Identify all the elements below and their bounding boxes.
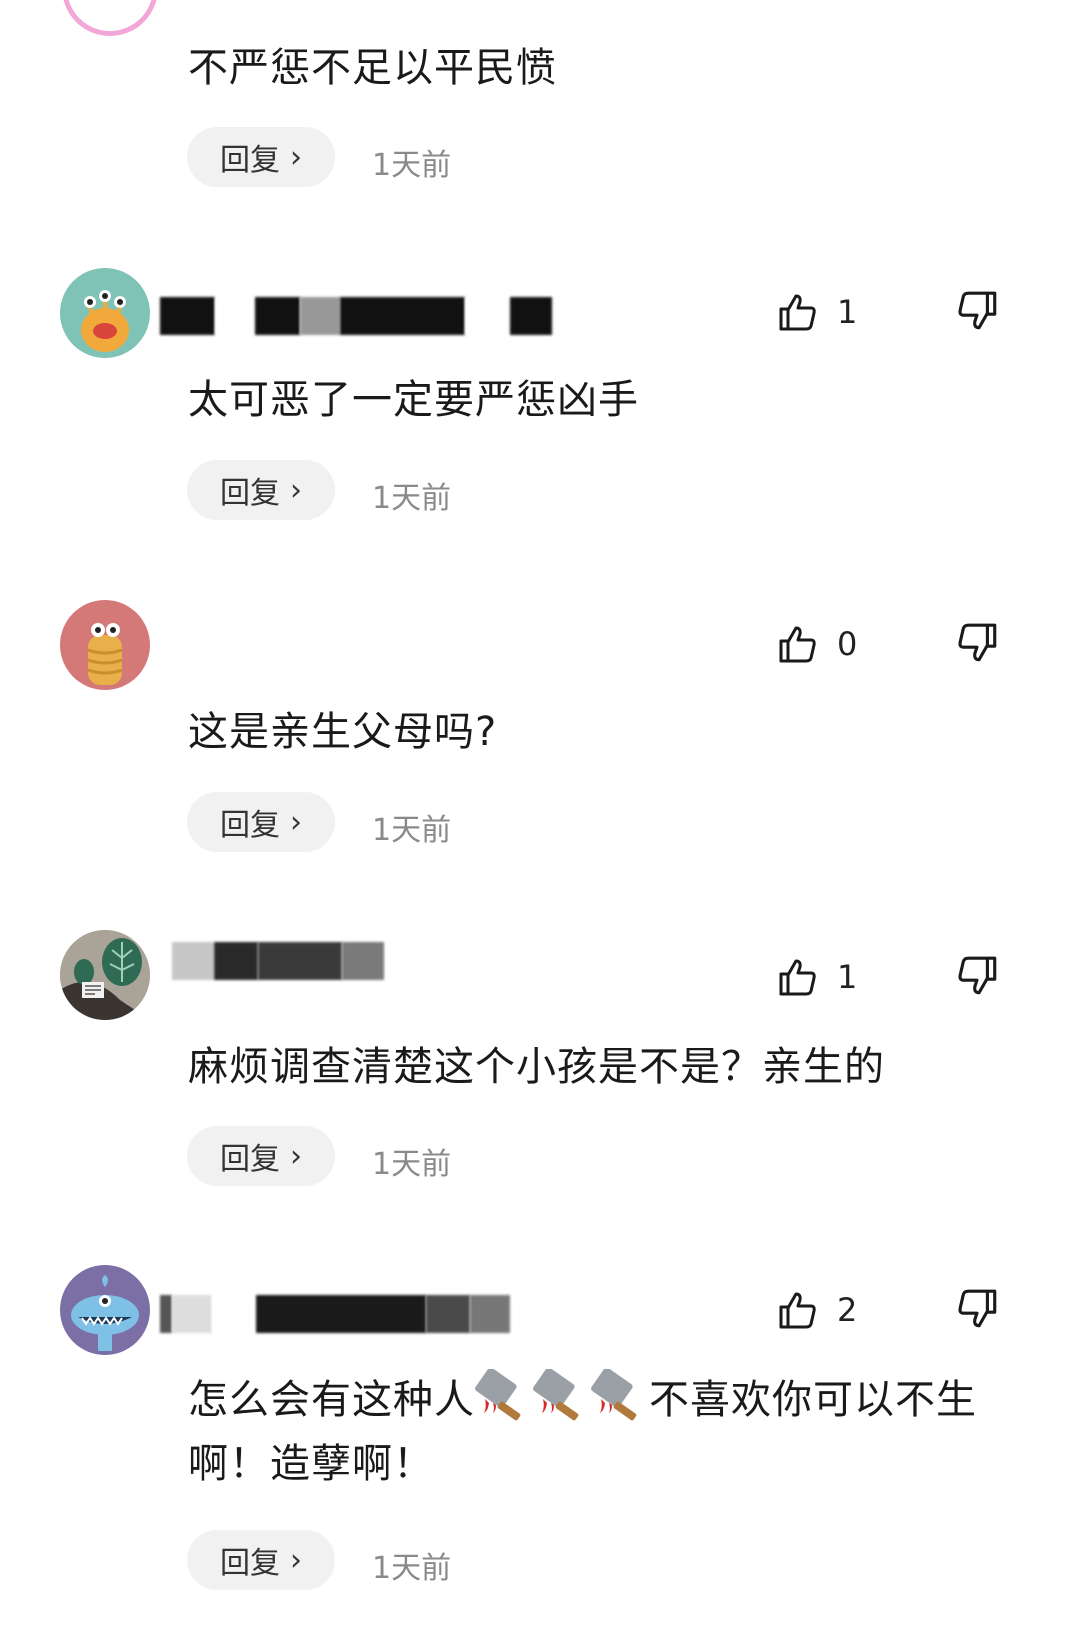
like-button[interactable]: 1 [775, 955, 857, 999]
reply-label: 回复 [220, 1546, 280, 1581]
bloody-cleaver-emoji-icon [591, 1369, 637, 1421]
comment-text-line2: 啊！造孽啊！ [188, 1441, 434, 1487]
reply-button[interactable]: 回复 › [187, 1530, 335, 1590]
comment-time: 1天前 [372, 1147, 452, 1182]
thumbs-up-icon [779, 626, 816, 663]
like-button[interactable]: 2 [775, 1288, 857, 1332]
comment-time: 1天前 [372, 813, 452, 848]
reply-label: 回复 [220, 808, 280, 843]
chevron-right-icon: › [290, 472, 302, 508]
thumbs-down-icon[interactable] [955, 1286, 1001, 1332]
avatar[interactable] [60, 930, 150, 1020]
comment-text: 太可恶了一定要严惩凶手 [188, 377, 639, 423]
reply-label: 回复 [220, 1142, 280, 1177]
comment-text-part: 怎么会有这种人 [188, 1377, 475, 1423]
chevron-right-icon: › [290, 1138, 302, 1174]
thumbs-down-icon[interactable] [955, 288, 1001, 334]
comment-text: 这是亲生父母吗? [188, 709, 498, 755]
avatar[interactable] [60, 268, 150, 358]
comment-time: 1天前 [372, 148, 452, 183]
thumbs-up-icon [779, 1292, 816, 1329]
like-count: 1 [837, 293, 858, 331]
username-redacted[interactable] [172, 942, 384, 980]
avatar[interactable] [62, 0, 158, 36]
thumbs-down-icon[interactable] [955, 620, 1001, 666]
chevron-right-icon: › [290, 804, 302, 840]
comment-text-part: 不喜欢你可以不生 [649, 1377, 977, 1423]
bloody-cleaver-emoji-icon [475, 1369, 521, 1421]
comment-time: 1天前 [372, 481, 452, 516]
comment-time: 1天前 [372, 1551, 452, 1586]
avatar[interactable] [60, 600, 150, 690]
like-button[interactable]: 0 [775, 622, 857, 666]
like-count: 0 [837, 625, 858, 663]
comment-text: 麻烦调查清楚这个小孩是不是？亲生的 [188, 1044, 885, 1090]
thumbs-up-icon [779, 294, 816, 331]
reply-button[interactable]: 回复 › [187, 1126, 335, 1186]
reply-label: 回复 [220, 476, 280, 511]
thumbs-down-icon[interactable] [955, 953, 1001, 999]
reply-button[interactable]: 回复 › [187, 127, 335, 187]
reply-button[interactable]: 回复 › [187, 460, 335, 520]
like-count: 1 [837, 958, 858, 996]
comment-text: 怎么会有这种人 不喜欢你可以不生 [188, 1368, 1038, 1432]
reply-label: 回复 [220, 143, 280, 178]
bloody-cleaver-emoji-icon [533, 1369, 579, 1421]
reply-button[interactable]: 回复 › [187, 792, 335, 852]
thumbs-up-icon [779, 959, 816, 996]
chevron-right-icon: › [290, 1542, 302, 1578]
comment-text: 不严惩不足以平民愤 [188, 45, 557, 91]
like-button[interactable]: 1 [775, 290, 857, 334]
username-redacted[interactable] [160, 1295, 510, 1333]
chevron-right-icon: › [290, 139, 302, 175]
avatar[interactable] [60, 1265, 150, 1355]
username-redacted[interactable] [160, 297, 552, 335]
like-count: 2 [837, 1291, 858, 1329]
